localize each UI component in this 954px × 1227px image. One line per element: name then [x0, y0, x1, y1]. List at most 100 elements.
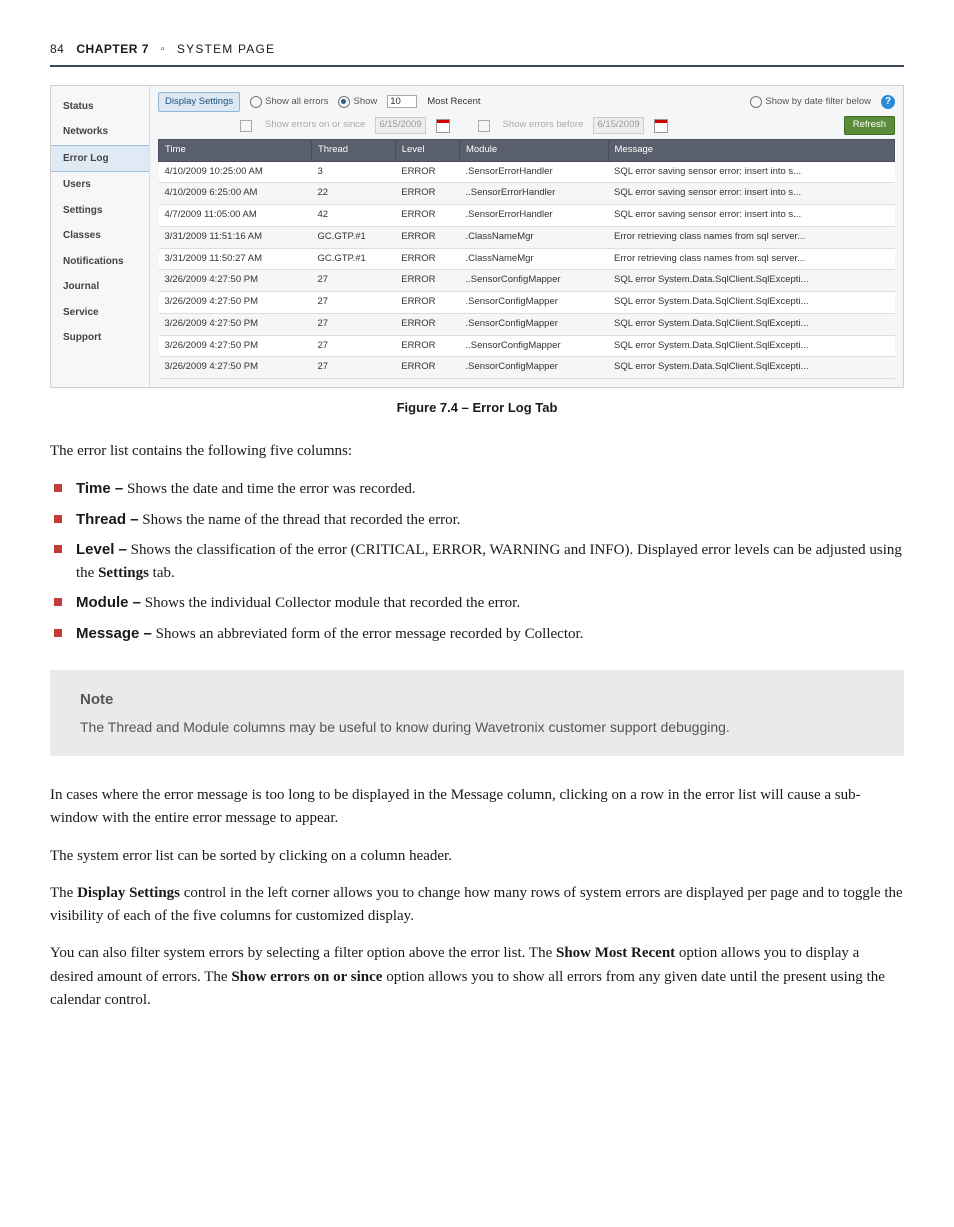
sidebar-item-classes[interactable]: Classes: [51, 223, 149, 249]
table-cell: Error retrieving class names from sql se…: [608, 248, 895, 270]
show-n-errors-radio[interactable]: Show: [338, 95, 377, 110]
paragraph-filter: You can also filter system errors by sel…: [50, 942, 904, 1012]
table-cell: ERROR: [395, 335, 459, 357]
calendar-icon[interactable]: [654, 119, 668, 133]
table-row[interactable]: 3/26/2009 4:27:50 PM27ERROR.SensorConfig…: [159, 313, 895, 335]
list-item: Time – Shows the date and time the error…: [50, 477, 904, 501]
table-cell: 3/26/2009 4:27:50 PM: [159, 357, 312, 379]
table-cell: 4/10/2009 6:25:00 AM: [159, 183, 312, 205]
table-cell: ..SensorErrorHandler: [459, 183, 608, 205]
show-all-errors-radio[interactable]: Show all errors: [250, 95, 328, 110]
table-cell: 3/26/2009 4:27:50 PM: [159, 292, 312, 314]
help-icon[interactable]: ?: [881, 95, 895, 109]
before-label: Show errors before: [503, 118, 584, 133]
table-cell: 27: [311, 313, 395, 335]
text: The: [50, 885, 77, 901]
module-term: Module –: [76, 594, 141, 611]
table-row[interactable]: 3/31/2009 11:50:27 AMGC.GTP.#1ERROR.Clas…: [159, 248, 895, 270]
sidebar-item-support[interactable]: Support: [51, 325, 149, 351]
table-cell: 3/31/2009 11:50:27 AM: [159, 248, 312, 270]
sidebar-item-settings[interactable]: Settings: [51, 198, 149, 224]
table-row[interactable]: 3/31/2009 11:51:16 AMGC.GTP.#1ERROR.Clas…: [159, 226, 895, 248]
most-recent-label: Most Recent: [427, 95, 480, 110]
table-cell: .SensorConfigMapper: [459, 313, 608, 335]
column-header-message[interactable]: Message: [608, 140, 895, 162]
table-cell: 27: [311, 270, 395, 292]
text: You can also filter system errors by sel…: [50, 945, 556, 961]
header-rule: [50, 65, 904, 67]
table-row[interactable]: 3/26/2009 4:27:50 PM27ERROR..SensorConfi…: [159, 270, 895, 292]
table-row[interactable]: 3/26/2009 4:27:50 PM27ERROR.SensorConfig…: [159, 292, 895, 314]
column-header-level[interactable]: Level: [395, 140, 459, 162]
table-cell: 22: [311, 183, 395, 205]
column-header-time[interactable]: Time: [159, 140, 312, 162]
table-cell: ERROR: [395, 270, 459, 292]
level-desc-1: Shows the classification of the error (C…: [76, 542, 902, 581]
error-log-table: TimeThreadLevelModuleMessage 4/10/2009 1…: [158, 139, 895, 379]
show-errors-on-since-bold: Show errors on or since: [231, 969, 382, 985]
table-cell: ERROR: [395, 292, 459, 314]
table-cell: ..SensorConfigMapper: [459, 335, 608, 357]
table-row[interactable]: 3/26/2009 4:27:50 PM27ERROR.SensorConfig…: [159, 357, 895, 379]
table-cell: 3/26/2009 4:27:50 PM: [159, 313, 312, 335]
paragraph-subwindow: In cases where the error message is too …: [50, 784, 904, 831]
table-row[interactable]: 4/10/2009 6:25:00 AM22ERROR..SensorError…: [159, 183, 895, 205]
on-since-checkbox[interactable]: [240, 120, 252, 132]
on-since-label: Show errors on or since: [265, 118, 365, 133]
table-cell: SQL error System.Data.SqlClient.SqlExcep…: [608, 270, 895, 292]
error-log-screenshot: StatusNetworksError LogUsersSettingsClas…: [50, 85, 904, 388]
time-term: Time –: [76, 480, 123, 497]
message-desc: Shows an abbreviated form of the error m…: [152, 626, 584, 642]
sidebar-item-users[interactable]: Users: [51, 172, 149, 198]
sidebar-item-journal[interactable]: Journal: [51, 274, 149, 300]
table-row[interactable]: 4/7/2009 11:05:00 AM42ERROR.SensorErrorH…: [159, 205, 895, 227]
sidebar-item-error-log[interactable]: Error Log: [51, 145, 149, 173]
sidebar-item-status[interactable]: Status: [51, 94, 149, 120]
table-cell: ..SensorConfigMapper: [459, 270, 608, 292]
table-cell: .SensorErrorHandler: [459, 161, 608, 183]
table-cell: ERROR: [395, 248, 459, 270]
list-item: Module – Shows the individual Collector …: [50, 591, 904, 615]
show-most-recent-bold: Show Most Recent: [556, 945, 675, 961]
on-since-date-field[interactable]: 6/15/2009: [375, 117, 425, 134]
error-log-panel: Display Settings Show all errors Show Mo…: [150, 86, 903, 387]
display-settings-bold: Display Settings: [77, 885, 180, 901]
display-settings-button[interactable]: Display Settings: [158, 92, 240, 113]
calendar-icon[interactable]: [436, 119, 450, 133]
table-row[interactable]: 3/26/2009 4:27:50 PM27ERROR..SensorConfi…: [159, 335, 895, 357]
note-body: The Thread and Module columns may be use…: [80, 717, 874, 738]
refresh-button[interactable]: Refresh: [844, 116, 895, 135]
page-header: 84 CHAPTER 7 ▫ SYSTEM PAGE: [50, 40, 904, 59]
sidebar-item-service[interactable]: Service: [51, 300, 149, 326]
list-item: Message – Shows an abbreviated form of t…: [50, 622, 904, 646]
table-cell: GC.GTP.#1: [311, 248, 395, 270]
sidebar-item-networks[interactable]: Networks: [51, 119, 149, 145]
figure-caption: Figure 7.4 – Error Log Tab: [50, 398, 904, 418]
column-header-thread[interactable]: Thread: [311, 140, 395, 162]
show-count-input[interactable]: [387, 95, 417, 108]
table-row[interactable]: 4/10/2009 10:25:00 AM3ERROR.SensorErrorH…: [159, 161, 895, 183]
settings-bold: Settings: [98, 565, 149, 581]
before-checkbox[interactable]: [478, 120, 490, 132]
table-cell: 42: [311, 205, 395, 227]
note-box: Note The Thread and Module columns may b…: [50, 670, 904, 756]
table-cell: ERROR: [395, 205, 459, 227]
table-cell: .SensorErrorHandler: [459, 205, 608, 227]
table-cell: 27: [311, 357, 395, 379]
before-date-field[interactable]: 6/15/2009: [593, 117, 643, 134]
column-header-module[interactable]: Module: [459, 140, 608, 162]
show-n-label: Show: [353, 95, 377, 110]
list-item: Level – Shows the classification of the …: [50, 538, 904, 586]
table-cell: 4/10/2009 10:25:00 AM: [159, 161, 312, 183]
table-cell: .ClassNameMgr: [459, 248, 608, 270]
paragraph-sort: The system error list can be sorted by c…: [50, 845, 904, 868]
chapter-label: CHAPTER 7: [76, 40, 149, 59]
table-cell: SQL error saving sensor error: insert in…: [608, 183, 895, 205]
sidebar-item-notifications[interactable]: Notifications: [51, 249, 149, 275]
list-item: Thread – Shows the name of the thread th…: [50, 508, 904, 532]
level-term: Level –: [76, 541, 127, 558]
chapter-title: SYSTEM PAGE: [177, 40, 275, 59]
table-cell: .SensorConfigMapper: [459, 357, 608, 379]
table-cell: SQL error saving sensor error: insert in…: [608, 205, 895, 227]
show-by-date-radio[interactable]: Show by date filter below: [750, 95, 871, 110]
